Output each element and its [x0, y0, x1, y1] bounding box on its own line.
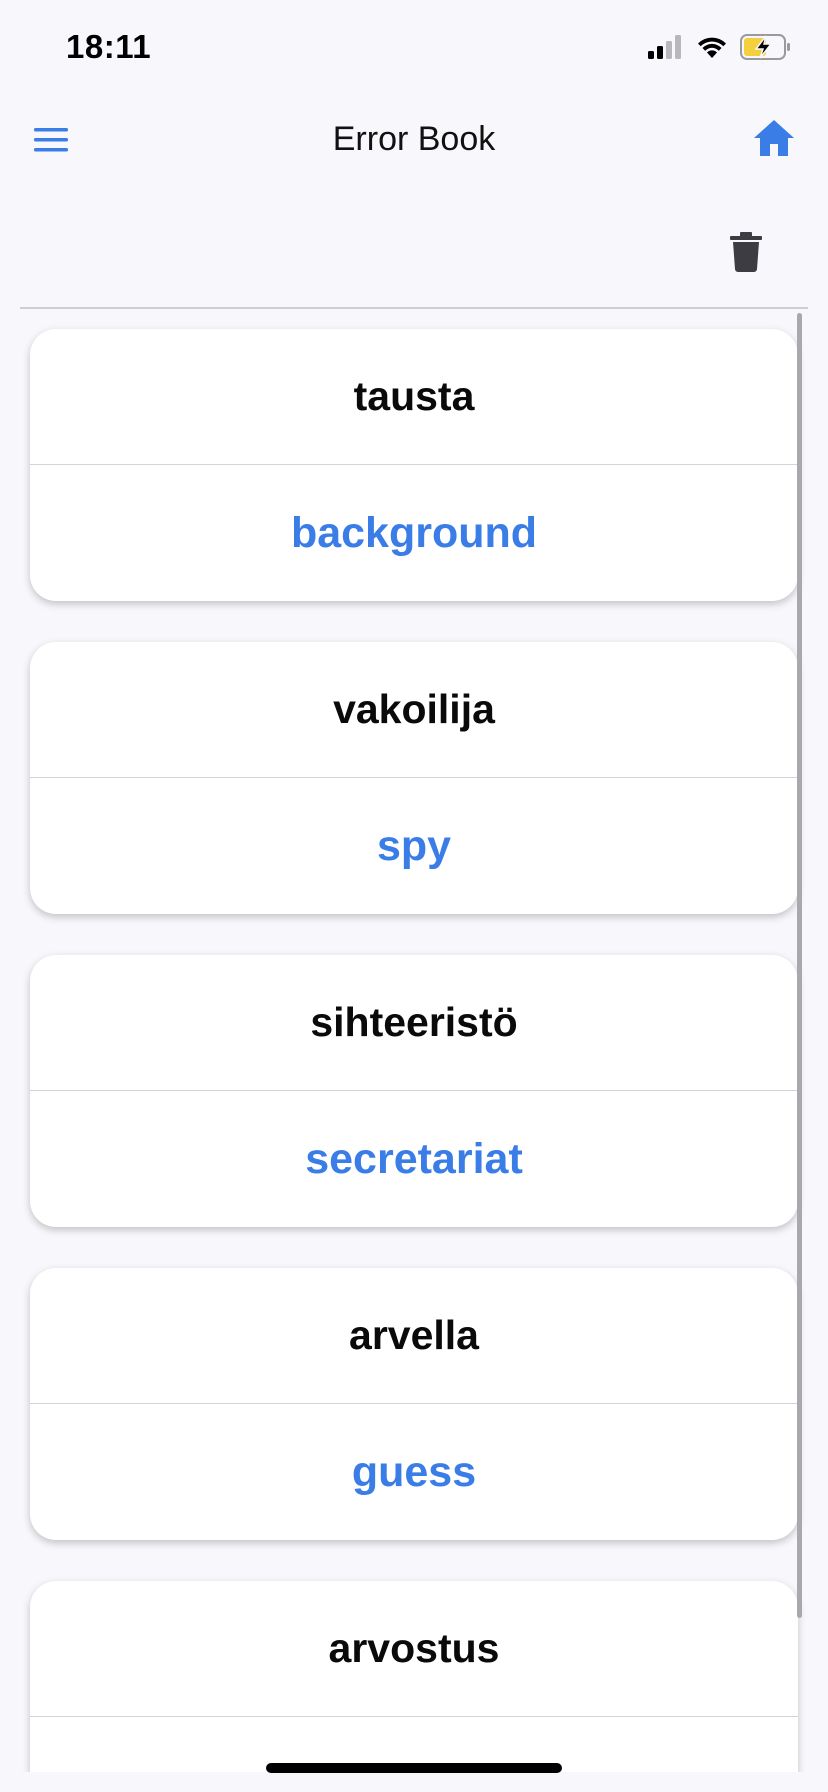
- battery-charging-icon: [740, 34, 790, 60]
- scrollbar[interactable]: [797, 313, 802, 1618]
- card-term: arvostus: [30, 1581, 798, 1717]
- status-icons: [648, 34, 792, 60]
- word-card[interactable]: vakoilija spy: [30, 642, 798, 914]
- nav-bar: Error Book: [0, 100, 828, 182]
- home-indicator[interactable]: [266, 1763, 562, 1773]
- card-translation: guess: [351, 1447, 477, 1496]
- delete-button[interactable]: [730, 232, 762, 272]
- card-term: vakoilija: [30, 642, 798, 778]
- status-time: 18:11: [66, 28, 152, 65]
- word-card[interactable]: tausta background: [30, 329, 798, 601]
- word-card[interactable]: sihteeristö secretariat: [30, 955, 798, 1227]
- card-term: tausta: [30, 329, 798, 465]
- word-card[interactable]: arvella guess: [30, 1268, 798, 1540]
- home-icon: [754, 120, 794, 156]
- status-bar: 18:11: [0, 0, 828, 100]
- card-term: sihteeristö: [30, 955, 798, 1091]
- toolbar-divider: [20, 307, 808, 309]
- card-translation: spy: [376, 821, 452, 870]
- word-card-list[interactable]: tausta background vakoilija spy sihteeri…: [0, 310, 828, 1772]
- card-term: arvella: [30, 1268, 798, 1404]
- card-translation: background: [290, 508, 538, 557]
- screen: 18:11 Error Book tausta background vakoi…: [0, 0, 828, 1792]
- cellular-signal-icon: [648, 35, 681, 59]
- home-button[interactable]: [752, 116, 796, 160]
- wifi-icon: [698, 37, 726, 58]
- trash-icon: [730, 232, 762, 272]
- page-title: Error Book: [332, 120, 496, 158]
- card-translation: secretariat: [305, 1134, 523, 1183]
- word-card[interactable]: arvostus: [30, 1581, 798, 1772]
